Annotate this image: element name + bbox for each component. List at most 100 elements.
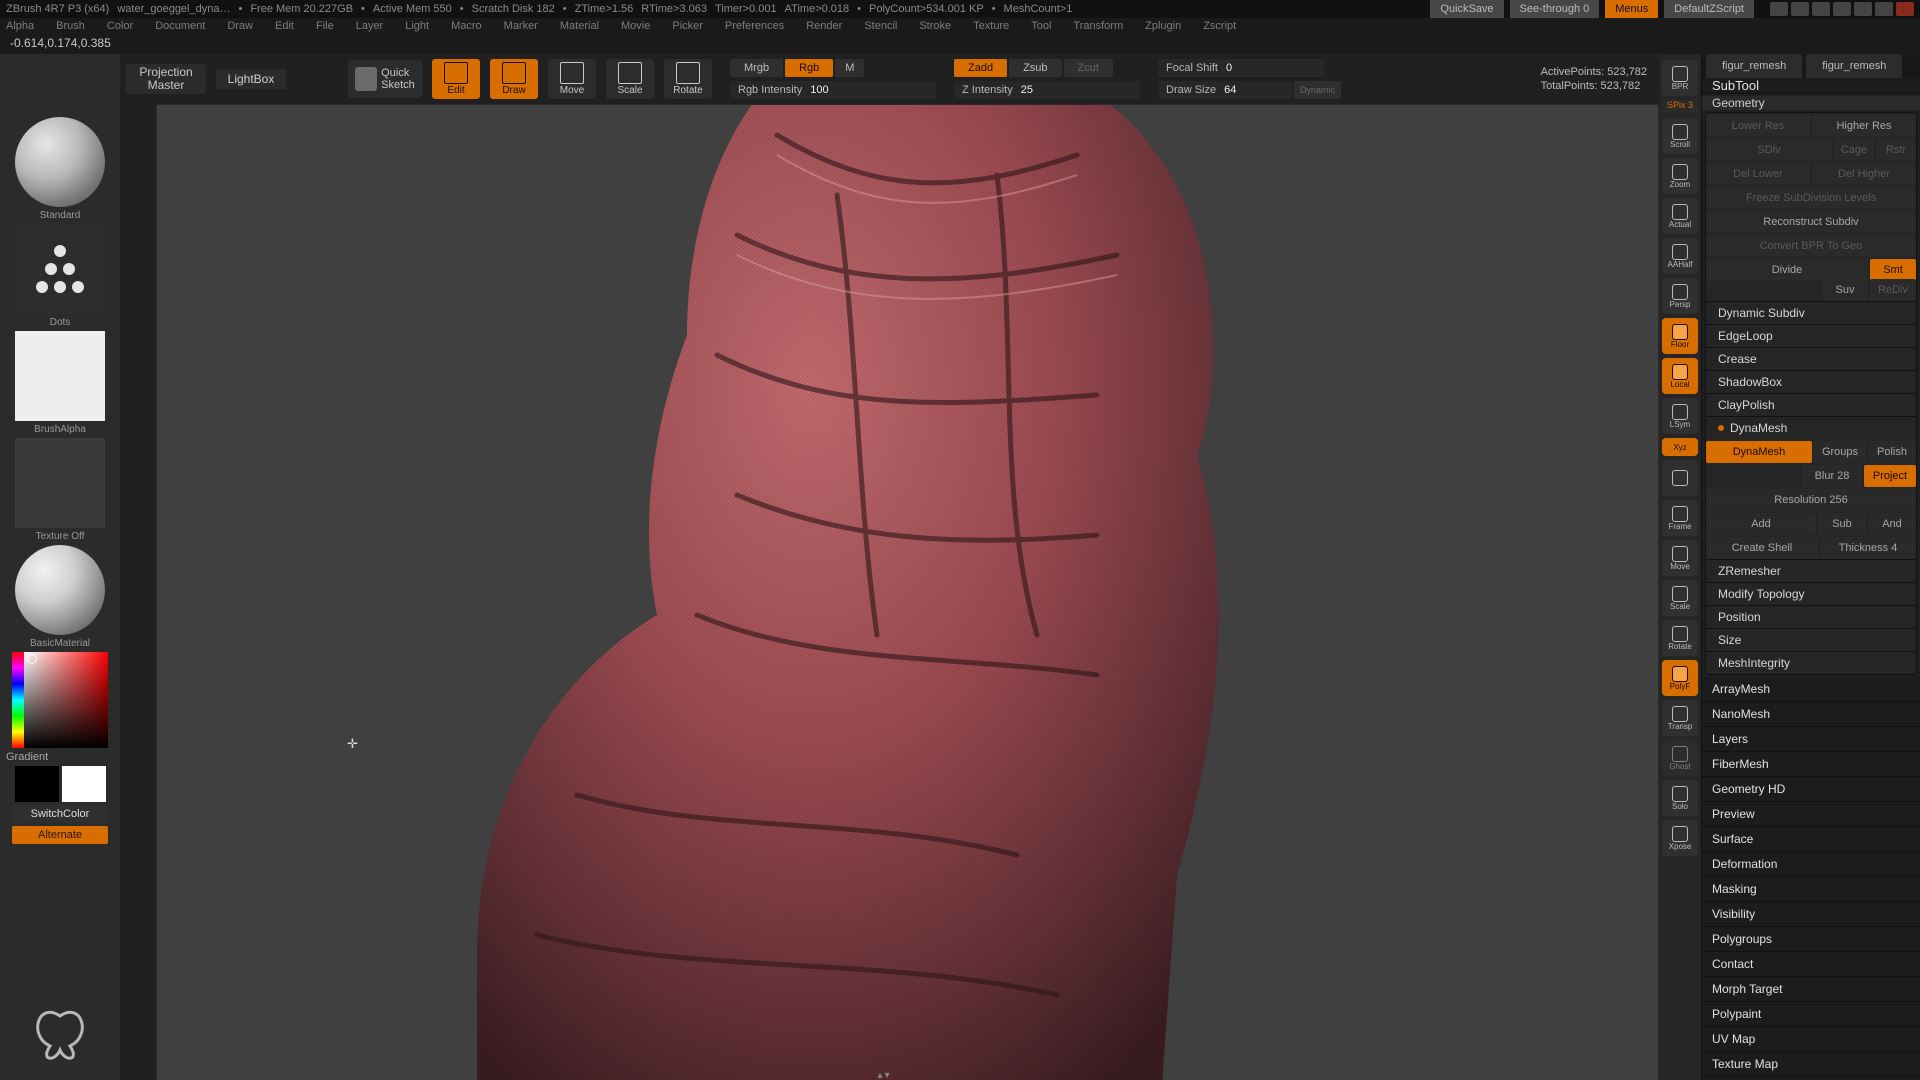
persp-button[interactable]: Persp [1662,278,1698,314]
local-button[interactable]: Local [1662,358,1698,394]
menu-document[interactable]: Document [155,20,205,32]
menu-color[interactable]: Color [107,20,133,32]
win-icon-2[interactable] [1791,2,1809,16]
menu-brush[interactable]: Brush [56,20,85,32]
create-shell-button[interactable]: Create Shell [1706,537,1818,559]
alternate-button[interactable]: Alternate [12,826,108,844]
project-button[interactable]: Project [1864,465,1916,487]
menu-transform[interactable]: Transform [1073,20,1123,32]
lsym-button[interactable]: LSym [1662,398,1698,434]
subtool-header[interactable]: SubTool [1702,78,1920,94]
transp-button[interactable]: Transp [1662,700,1698,736]
default-zscript[interactable]: DefaultZScript [1664,0,1754,18]
rediv-button[interactable]: ReDiv [1870,279,1916,301]
lightbox-button[interactable]: LightBox [216,69,286,89]
draw-size-slider[interactable]: Draw Size64 [1158,81,1292,99]
stroke-thumbnail[interactable] [15,224,105,314]
groups-button[interactable]: Groups [1814,441,1866,463]
menu-draw[interactable]: Draw [227,20,253,32]
higher-res-button[interactable]: Higher Res [1812,115,1916,137]
close-icon[interactable] [1896,2,1914,16]
divide-button[interactable]: Divide [1706,259,1868,281]
sv-box[interactable] [24,652,108,748]
dynamic-subdiv-item[interactable]: Dynamic Subdiv [1706,301,1916,324]
hue-strip[interactable] [12,652,24,748]
edit-mode-button[interactable]: Edit [432,59,480,99]
scale-mode-button[interactable]: Scale [606,59,654,99]
convert-bpr-button[interactable]: Convert BPR To Geo [1706,235,1916,257]
menu-stencil[interactable]: Stencil [864,20,897,32]
position-item[interactable]: Position [1706,605,1916,628]
panel-texture-map[interactable]: Texture Map [1702,1052,1920,1077]
nav-move-button[interactable]: Move [1662,540,1698,576]
menu-texture[interactable]: Texture [973,20,1009,32]
resolution-slider[interactable]: Resolution 256 [1706,489,1916,511]
menu-marker[interactable]: Marker [504,20,538,32]
reconstruct-button[interactable]: Reconstruct Subdiv [1706,211,1916,233]
panel-contact[interactable]: Contact [1702,952,1920,977]
panel-visibility[interactable]: Visibility [1702,902,1920,927]
win-icon-5[interactable] [1854,2,1872,16]
meshintegrity-item[interactable]: MeshIntegrity [1706,651,1916,674]
alpha-thumbnail[interactable] [15,331,105,421]
floor-button[interactable]: Floor [1662,318,1698,354]
nav-scale-button[interactable]: Scale [1662,580,1698,616]
modify-topology-item[interactable]: Modify Topology [1706,582,1916,605]
menu-layer[interactable]: Layer [356,20,384,32]
draw-mode-button[interactable]: Draw [490,59,538,99]
panel-nanomesh[interactable]: NanoMesh [1702,702,1920,727]
texture-thumbnail[interactable] [15,438,105,528]
rgb-intensity-slider[interactable]: Rgb Intensity100 [730,81,936,99]
viewport-grip[interactable]: ▴▾ [877,1070,891,1080]
dynamesh-item[interactable]: DynaMesh [1706,416,1916,439]
spix-slider[interactable]: SPix 3 [1662,100,1698,114]
linefill-button[interactable]: PolyF [1662,660,1698,696]
xpose-button[interactable]: Xpose [1662,820,1698,856]
menu-macro[interactable]: Macro [451,20,482,32]
crease-item[interactable]: Crease [1706,347,1916,370]
zsub-button[interactable]: Zsub [1009,59,1061,77]
shadowbox-item[interactable]: ShadowBox [1706,370,1916,393]
panel-deformation[interactable]: Deformation [1702,852,1920,877]
menu-movie[interactable]: Movie [621,20,650,32]
blur-slider[interactable]: Blur 28 [1802,465,1862,487]
panel-fibermesh[interactable]: FiberMesh [1702,752,1920,777]
color-picker[interactable] [12,652,108,748]
mrgb-button[interactable]: Mrgb [730,59,783,77]
claypolish-item[interactable]: ClayPolish [1706,393,1916,416]
material-thumbnail[interactable] [15,545,105,635]
add-button[interactable]: Add [1706,513,1816,535]
menu-preferences[interactable]: Preferences [725,20,784,32]
panel-arraymesh[interactable]: ArrayMesh [1702,677,1920,702]
sdiv-slider[interactable]: SDiv [1706,139,1832,161]
rotate-mode-button[interactable]: Rotate [664,59,712,99]
zoom-button[interactable]: Zoom [1662,158,1698,194]
xyz-button[interactable]: Xyz [1662,438,1698,456]
brush-thumbnail[interactable] [15,117,105,207]
menu-tool[interactable]: Tool [1031,20,1051,32]
dynamic-button[interactable]: Dynamic [1294,81,1341,99]
panel-surface[interactable]: Surface [1702,827,1920,852]
panel-masking[interactable]: Masking [1702,877,1920,902]
gradient-label[interactable]: Gradient [0,751,126,763]
m-button[interactable]: M [835,59,864,77]
panel-preview[interactable]: Preview [1702,802,1920,827]
rgb-button[interactable]: Rgb [785,59,833,77]
panel-morph-target[interactable]: Morph Target [1702,977,1920,1002]
freeze-sdiv-button[interactable]: Freeze SubDivision Levels [1706,187,1916,209]
viewport[interactable]: ✛ ▴▾ [156,104,1659,1080]
del-lower-button[interactable]: Del Lower [1706,163,1810,185]
zadd-button[interactable]: Zadd [954,59,1007,77]
panel-polypaint[interactable]: Polypaint [1702,1002,1920,1027]
main-color[interactable] [62,766,106,802]
menu-file[interactable]: File [316,20,334,32]
panel-layers[interactable]: Layers [1702,727,1920,752]
menu-picker[interactable]: Picker [672,20,703,32]
focal-shift-slider[interactable]: Focal Shift0 [1158,59,1324,77]
polish-button[interactable]: Polish [1868,441,1916,463]
win-icon-1[interactable] [1770,2,1788,16]
menu-stroke[interactable]: Stroke [919,20,951,32]
projection-master-button[interactable]: ProjectionMaster [126,64,206,94]
panel-geometry-hd[interactable]: Geometry HD [1702,777,1920,802]
quicksave-button[interactable]: QuickSave [1430,0,1503,18]
